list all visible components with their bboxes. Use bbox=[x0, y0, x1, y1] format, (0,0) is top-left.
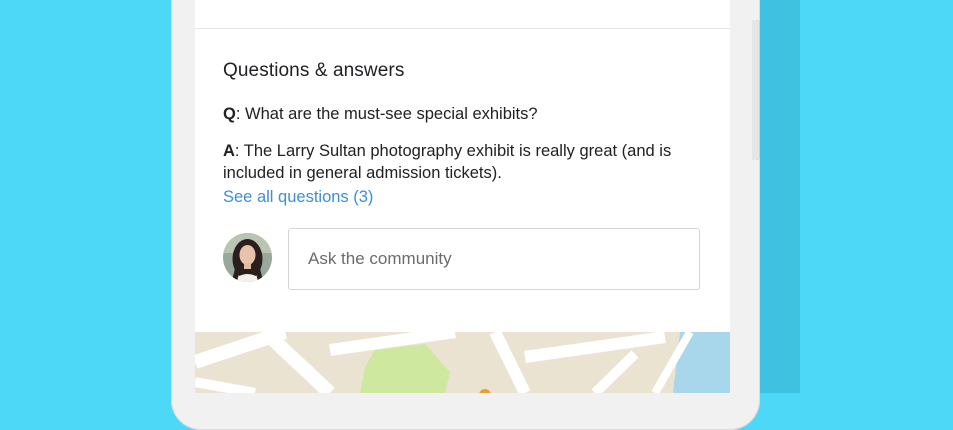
questions-answers-card: Questions & answers Q: What are the must… bbox=[195, 29, 730, 332]
map-preview[interactable] bbox=[195, 332, 730, 393]
section-title: Questions & answers bbox=[223, 60, 405, 81]
question-text: : What are the must-see special exhibits… bbox=[235, 105, 538, 123]
ask-community-input[interactable] bbox=[288, 228, 700, 290]
see-all-questions-link[interactable]: See all questions (3) bbox=[223, 188, 373, 207]
answer-text: : The Larry Sultan photography exhibit i… bbox=[223, 142, 672, 182]
avatar bbox=[223, 233, 272, 282]
avatar-image bbox=[223, 233, 272, 282]
phone-side-button bbox=[752, 20, 760, 160]
answer-prefix: A bbox=[223, 142, 235, 160]
answer: A: The Larry Sultan photography exhibit … bbox=[223, 140, 713, 184]
phone-screen: Questions & answers Q: What are the must… bbox=[195, 0, 730, 393]
question: Q: What are the must-see special exhibit… bbox=[223, 105, 538, 124]
question-prefix: Q bbox=[223, 105, 236, 123]
map-graphic bbox=[195, 332, 730, 393]
previous-card-bottom bbox=[195, 0, 730, 29]
